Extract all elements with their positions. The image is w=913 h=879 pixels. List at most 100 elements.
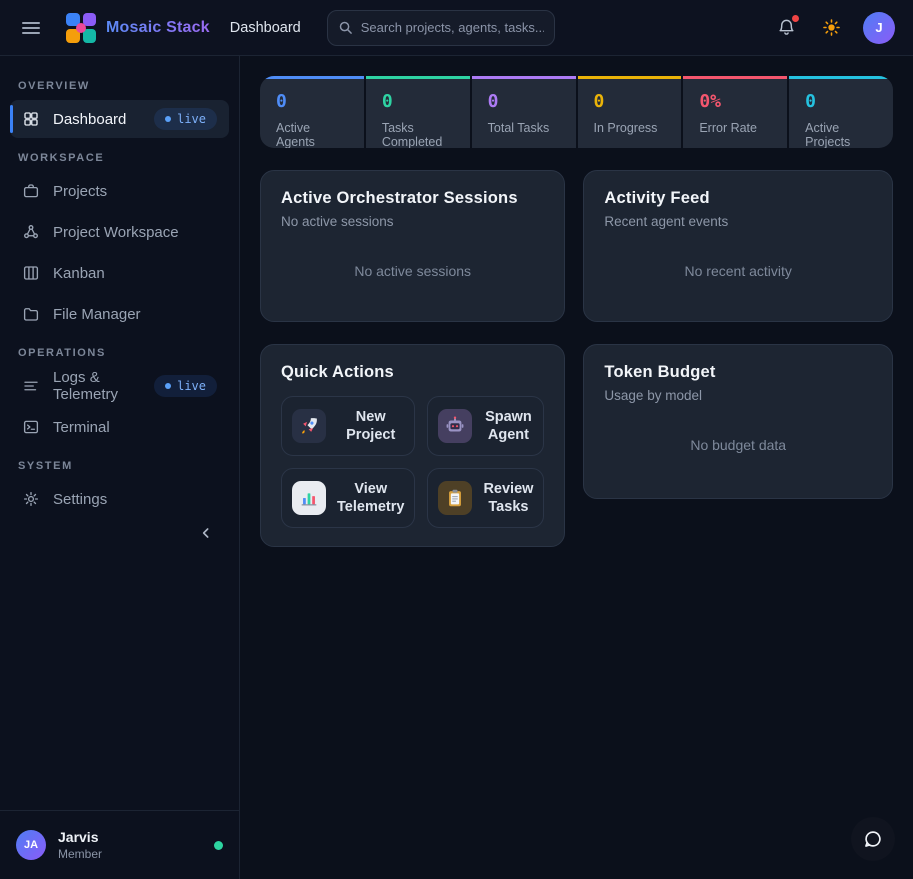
clipboard-icon (438, 481, 472, 515)
stat-card-active-agents: 0 Active Agents (260, 76, 364, 148)
rocket-icon (292, 409, 326, 443)
quick-action-label: View Telemetry (337, 480, 404, 516)
stat-card-error-rate: 0% Error Rate (683, 76, 787, 148)
review-tasks-button[interactable]: Review Tasks (427, 468, 544, 528)
empty-state-text: No recent activity (604, 239, 872, 303)
card-subtitle: No active sessions (281, 214, 544, 229)
spawn-agent-button[interactable]: Spawn Agent (427, 396, 544, 456)
robot-icon (438, 409, 472, 443)
gear-icon (22, 490, 40, 508)
sidebar-item-projects[interactable]: Projects (10, 172, 229, 210)
menu-toggle-button[interactable] (18, 18, 44, 38)
stat-label: Tasks Completed (382, 121, 454, 148)
stat-label: In Progress (594, 121, 666, 135)
stat-value: 0% (699, 91, 771, 112)
search-icon (338, 20, 353, 35)
quick-action-label: Spawn Agent (483, 408, 533, 444)
sidebar: OVERVIEW Dashboard live WORKSPACE Projec… (0, 56, 240, 879)
quick-actions-card: Quick Actions New Project Spawn Agent (260, 344, 565, 547)
sidebar-item-label: File Manager (53, 306, 141, 323)
sidebar-item-project-workspace[interactable]: Project Workspace (10, 213, 229, 251)
card-title: Activity Feed (604, 189, 872, 208)
sidebar-item-settings[interactable]: Settings (10, 480, 229, 518)
folder-icon (22, 305, 40, 323)
stat-card-total-tasks: 0 Total Tasks (472, 76, 576, 148)
stat-card-in-progress: 0 In Progress (578, 76, 682, 148)
search-input[interactable] (327, 10, 555, 46)
user-name: Jarvis (58, 829, 102, 845)
sidebar-item-label: Dashboard (53, 111, 126, 128)
online-status-dot (214, 841, 223, 850)
stat-label: Error Rate (699, 121, 771, 135)
card-title: Active Orchestrator Sessions (281, 189, 544, 208)
section-label-operations: OPERATIONS (18, 347, 221, 359)
card-subtitle: Usage by model (604, 388, 872, 403)
chevron-left-icon (198, 525, 214, 541)
sidebar-item-label: Terminal (53, 419, 110, 436)
stat-label: Total Tasks (488, 121, 560, 135)
mosaic-logo-icon (66, 13, 96, 43)
token-budget-card: Token Budget Usage by model No budget da… (583, 344, 893, 499)
empty-state-text: No budget data (604, 411, 872, 479)
sidebar-item-label: Kanban (53, 265, 105, 282)
chat-bubble-icon (862, 828, 884, 850)
main-content: 0 Active Agents 0 Tasks Completed 0 Tota… (240, 56, 913, 879)
notification-dot (792, 15, 799, 22)
stat-value: 0 (382, 91, 454, 112)
stat-label: Active Agents (276, 121, 348, 148)
activity-feed-card: Activity Feed Recent agent events No rec… (583, 170, 893, 322)
live-badge: live (154, 108, 217, 130)
active-sessions-card: Active Orchestrator Sessions No active s… (260, 170, 565, 322)
nodes-icon (22, 223, 40, 241)
kanban-columns-icon (22, 264, 40, 282)
sidebar-collapse-button[interactable] (191, 518, 221, 548)
sidebar-user-card[interactable]: JA Jarvis Member (0, 810, 239, 879)
card-title: Quick Actions (281, 363, 544, 382)
sidebar-item-terminal[interactable]: Terminal (10, 408, 229, 446)
sidebar-item-file-manager[interactable]: File Manager (10, 295, 229, 333)
dashboard-grid-icon (22, 110, 40, 128)
sidebar-item-label: Projects (53, 183, 107, 200)
sidebar-item-label: Logs & Telemetry (53, 369, 141, 403)
app-logo[interactable]: Mosaic Stack (66, 13, 210, 43)
stat-value: 0 (805, 91, 877, 112)
card-subtitle: Recent agent events (604, 214, 872, 229)
sidebar-item-dashboard[interactable]: Dashboard live (10, 100, 229, 138)
stat-value: 0 (594, 91, 666, 112)
view-telemetry-button[interactable]: View Telemetry (281, 468, 415, 528)
user-role: Member (58, 847, 102, 861)
chart-icon (292, 481, 326, 515)
user-initials-avatar: JA (16, 830, 46, 860)
sidebar-item-label: Settings (53, 491, 107, 508)
card-title: Token Budget (604, 363, 872, 382)
chat-fab-button[interactable] (851, 817, 895, 861)
top-header: Mosaic Stack Dashboard J (0, 0, 913, 56)
active-indicator (10, 105, 13, 133)
empty-state-text: No active sessions (281, 239, 544, 303)
sidebar-item-kanban[interactable]: Kanban (10, 254, 229, 292)
live-badge: live (154, 375, 217, 397)
notifications-button[interactable] (773, 14, 800, 41)
stat-value: 0 (488, 91, 560, 112)
section-label-workspace: WORKSPACE (18, 152, 221, 164)
global-search (327, 10, 555, 46)
stat-value: 0 (276, 91, 348, 112)
section-label-overview: OVERVIEW (18, 80, 221, 92)
sidebar-item-label: Project Workspace (53, 224, 179, 241)
stat-card-tasks-completed: 0 Tasks Completed (366, 76, 470, 148)
log-lines-icon (22, 377, 40, 395)
user-avatar[interactable]: J (863, 12, 895, 44)
quick-action-label: Review Tasks (483, 480, 533, 516)
stat-label: Active Projects (805, 121, 877, 148)
stats-row: 0 Active Agents 0 Tasks Completed 0 Tota… (260, 76, 893, 148)
breadcrumb-page-title: Dashboard (230, 20, 301, 36)
terminal-icon (22, 418, 40, 436)
sun-icon (822, 18, 841, 37)
app-title: Mosaic Stack (106, 19, 210, 37)
section-label-system: SYSTEM (18, 460, 221, 472)
sidebar-item-logs-telemetry[interactable]: Logs & Telemetry live (10, 367, 229, 405)
theme-toggle-button[interactable] (818, 14, 845, 41)
briefcase-icon (22, 182, 40, 200)
new-project-button[interactable]: New Project (281, 396, 415, 456)
quick-action-label: New Project (337, 408, 404, 444)
